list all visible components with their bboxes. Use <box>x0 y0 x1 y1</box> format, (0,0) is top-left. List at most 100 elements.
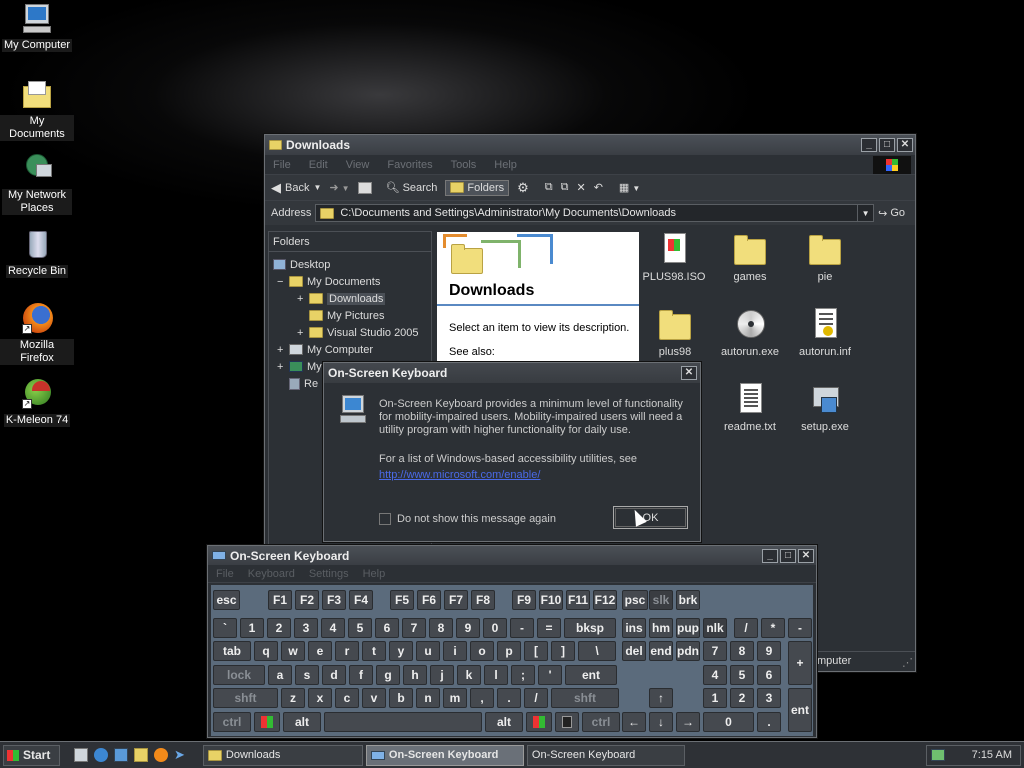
key-r4-15[interactable]: 6 <box>757 665 781 685</box>
key-r3-7[interactable]: u <box>416 641 440 661</box>
expand-icon[interactable]: + <box>277 344 289 356</box>
key-r4-3[interactable]: d <box>322 665 346 685</box>
windows-key-icon[interactable] <box>526 712 552 732</box>
menu-tools[interactable]: Tools <box>451 159 477 171</box>
key-r4-9[interactable]: l <box>484 665 508 685</box>
key-r3-15[interactable]: end <box>649 641 673 661</box>
tree-item-my-documents[interactable]: − My Documents <box>277 273 380 290</box>
chevron-down-icon[interactable]: ▼ <box>857 205 873 221</box>
key-r5-10[interactable]: / <box>524 688 548 708</box>
taskbar-item-downloads[interactable]: Downloads <box>202 744 363 766</box>
expand-icon[interactable]: + <box>297 327 309 339</box>
tree-item-desktop[interactable]: Desktop <box>273 256 330 273</box>
folders-button[interactable]: Folders <box>445 179 510 196</box>
file-item[interactable]: setup.exe <box>788 383 862 433</box>
key-r2-16[interactable]: pup <box>676 618 700 638</box>
key-r2-7[interactable]: 7 <box>402 618 426 638</box>
delete-icon[interactable]: ✕ <box>576 181 585 194</box>
key-r3-8[interactable]: i <box>443 641 467 661</box>
tree-item-visual-studio[interactable]: + Visual Studio 2005 <box>297 324 419 341</box>
maximize-button[interactable]: □ <box>879 138 895 152</box>
key-r3-17[interactable]: 7 <box>703 641 727 661</box>
internet-explorer-icon[interactable] <box>94 748 108 762</box>
desktop-icon-network-places[interactable]: My Network Places <box>0 152 74 215</box>
key-r3-5[interactable]: t <box>362 641 386 661</box>
key-r4-11[interactable]: ' <box>538 665 562 685</box>
key-r5-7[interactable]: m <box>443 688 467 708</box>
collapse-icon[interactable]: − <box>277 276 289 288</box>
undo-icon[interactable]: ↶ <box>594 181 603 194</box>
key-r2-19[interactable]: * <box>761 618 785 638</box>
key-r3-2[interactable]: w <box>281 641 305 661</box>
key-r3-1[interactable]: q <box>254 641 278 661</box>
menu-favorites[interactable]: Favorites <box>387 159 432 171</box>
key-r1-9[interactable]: F9 <box>512 590 536 610</box>
minimize-button[interactable]: _ <box>861 138 877 152</box>
history-icon[interactable]: ⚙ <box>517 180 529 196</box>
desktop-icon-my-computer[interactable]: My Computer <box>0 2 74 52</box>
key-r5-15[interactable]: 3 <box>757 688 781 708</box>
key-r1-10[interactable]: F10 <box>539 590 563 610</box>
key-r6-5[interactable]: ↓ <box>649 712 673 732</box>
expand-icon[interactable]: + <box>277 361 289 373</box>
desktop-icon-kmeleon[interactable]: ↗ K-Meleon 74 <box>0 377 74 427</box>
key-r1-6[interactable]: F6 <box>417 590 441 610</box>
key-r6-1[interactable]: alt <box>283 712 321 732</box>
key-r3-4[interactable]: r <box>335 641 359 661</box>
accessibility-link[interactable]: http://www.microsoft.com/enable/ <box>379 469 540 481</box>
file-item[interactable]: autorun.inf <box>788 308 862 358</box>
key-r1-2[interactable]: F2 <box>295 590 319 610</box>
up-folder-icon[interactable] <box>357 181 372 194</box>
key-r5-11[interactable]: shft <box>551 688 619 708</box>
key-r5-9[interactable]: . <box>497 688 521 708</box>
file-item[interactable]: readme.txt <box>713 383 787 433</box>
search-button[interactable]: 🔍︎ Search <box>386 181 438 195</box>
key-r1-13[interactable]: psc <box>622 590 648 610</box>
key-r3-16[interactable]: pdn <box>676 641 700 661</box>
key-r4-7[interactable]: j <box>430 665 454 685</box>
key-r2-1[interactable]: 1 <box>240 618 264 638</box>
key-r3-18[interactable]: 8 <box>730 641 754 661</box>
tree-item-my-network[interactable]: + My <box>277 358 322 375</box>
key-r2-15[interactable]: hm <box>649 618 673 638</box>
key-r1-8[interactable]: F8 <box>471 590 495 610</box>
move-to-icon[interactable]: ⧉ <box>545 181 553 194</box>
close-button[interactable]: ✕ <box>798 548 814 563</box>
back-button[interactable]: ◀ Back ▼ <box>271 180 321 196</box>
key-r5-14[interactable]: 2 <box>730 688 754 708</box>
minimize-button[interactable]: _ <box>762 548 778 563</box>
copy-to-icon[interactable]: ⧉ <box>561 181 569 194</box>
key-r5-3[interactable]: c <box>335 688 359 708</box>
key-r4-2[interactable]: s <box>295 665 319 685</box>
key-r3-0[interactable]: tab <box>213 641 251 661</box>
key-r1-4[interactable]: F4 <box>349 590 373 610</box>
tree-item-my-computer[interactable]: + My Computer <box>277 341 373 358</box>
key-r2-17[interactable]: nlk <box>703 618 727 638</box>
key-r3-10[interactable]: p <box>497 641 521 661</box>
key-r4-10[interactable]: ; <box>511 665 535 685</box>
osk-menu-keyboard[interactable]: Keyboard <box>248 568 295 580</box>
key-r2-3[interactable]: 3 <box>294 618 318 638</box>
key-r2-9[interactable]: 9 <box>456 618 480 638</box>
key-r2-8[interactable]: 8 <box>429 618 453 638</box>
key-r2-5[interactable]: 5 <box>348 618 372 638</box>
key-r5-0[interactable]: shft <box>213 688 278 708</box>
key-r6-8[interactable]: . <box>757 712 781 732</box>
key-r3-19[interactable]: 9 <box>757 641 781 661</box>
key-r3-13[interactable]: \ <box>578 641 616 661</box>
osk-titlebar[interactable]: On-Screen Keyboard _ □ ✕ <box>208 546 816 565</box>
key-r2-2[interactable]: 2 <box>267 618 291 638</box>
key-r6-7[interactable]: 0 <box>703 712 754 732</box>
show-desktop-icon[interactable] <box>74 748 88 762</box>
key-r2-20[interactable]: - <box>788 618 812 638</box>
key-r3-9[interactable]: o <box>470 641 494 661</box>
network-tray-icon[interactable] <box>931 749 945 761</box>
key-r2-18[interactable]: / <box>734 618 758 638</box>
views-icon[interactable]: ▦ ▼ <box>619 181 640 194</box>
key-r3-6[interactable]: y <box>389 641 413 661</box>
key-r2-4[interactable]: 4 <box>321 618 345 638</box>
key-r3-11[interactable]: [ <box>524 641 548 661</box>
tree-item-downloads[interactable]: + Downloads <box>297 290 386 307</box>
menu-file[interactable]: File <box>273 159 291 171</box>
file-item[interactable]: games <box>713 233 787 283</box>
